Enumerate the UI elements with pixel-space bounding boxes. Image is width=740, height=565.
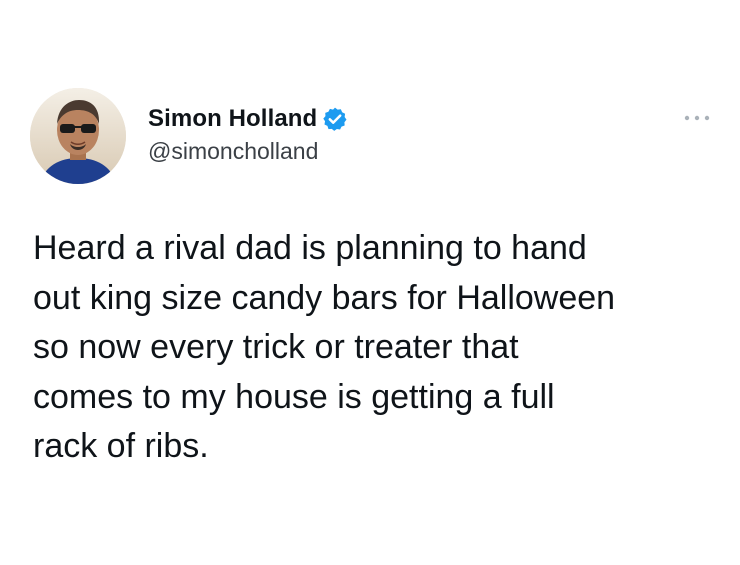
author-display-name[interactable]: Simon Holland xyxy=(148,105,317,133)
tweet-card: Simon Holland @simoncholland Heard a riv… xyxy=(0,0,740,565)
name-row: Simon Holland xyxy=(148,102,348,136)
tweet-header: Simon Holland @simoncholland xyxy=(30,88,720,188)
tweet-text-line: comes to my house is getting a full xyxy=(33,377,555,416)
avatar-image xyxy=(30,88,126,184)
verified-badge-icon xyxy=(322,106,348,132)
tweet-text-line: so now every trick or treater that xyxy=(33,328,519,366)
tweet-text-line: Heard a rival dad is planning to hand xyxy=(33,229,587,267)
avatar[interactable] xyxy=(30,88,126,184)
tweet-text: Heard a rival dad is planning to hand ou… xyxy=(33,224,723,472)
more-options-icon[interactable] xyxy=(682,110,712,121)
tweet-text-line: rack of ribs. xyxy=(33,427,209,465)
tweet-text-line: out king size candy bars for Halloween xyxy=(33,278,616,317)
author-identity: Simon Holland @simoncholland xyxy=(148,102,348,165)
author-handle[interactable]: @simoncholland xyxy=(148,138,348,165)
